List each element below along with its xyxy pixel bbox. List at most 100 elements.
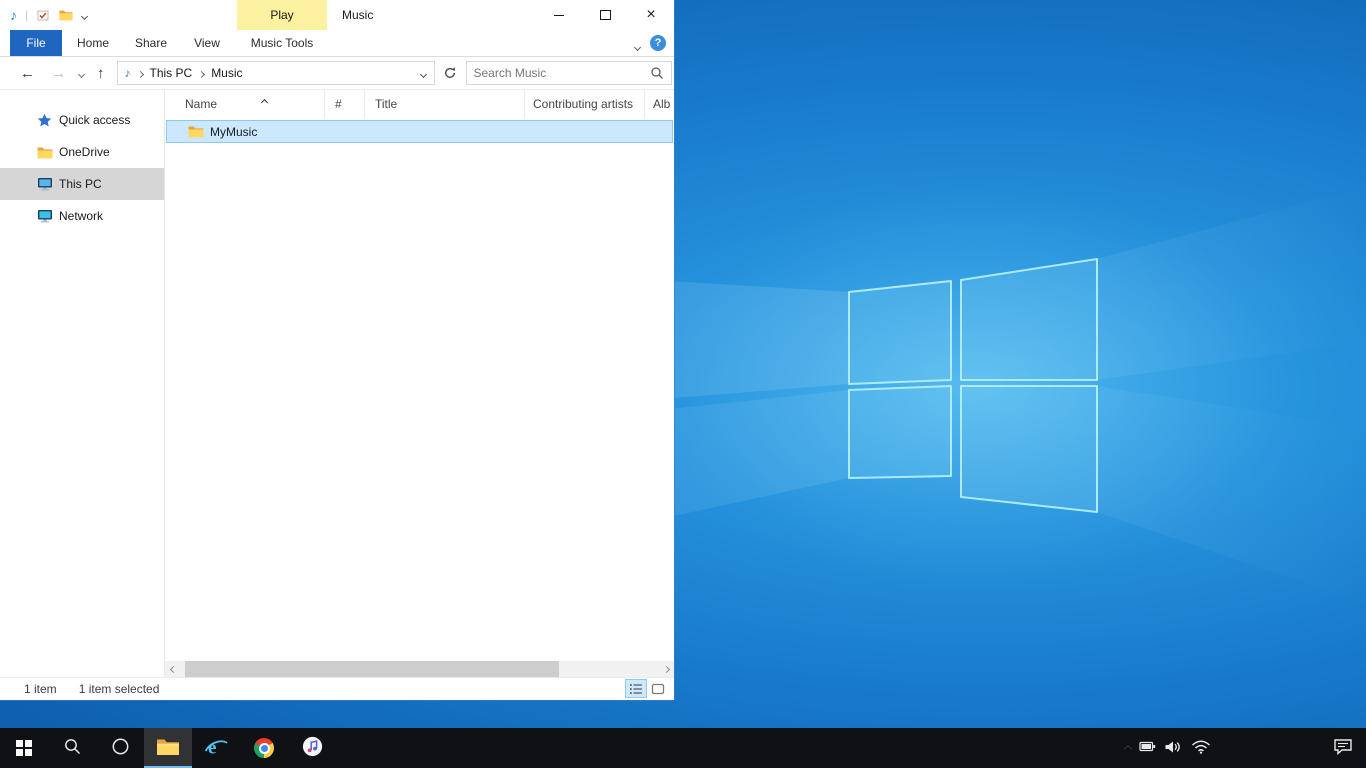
breadcrumb-this-pc[interactable]: This PC [150, 66, 193, 80]
minimize-button[interactable] [536, 0, 582, 30]
close-button[interactable]: × [628, 0, 674, 30]
details-view-button[interactable] [626, 680, 646, 697]
file-explorer-icon [156, 737, 180, 759]
cortana-button[interactable] [96, 728, 144, 768]
breadcrumb-chevron-icon [199, 66, 204, 80]
battery-status[interactable] [1134, 728, 1160, 768]
music-note-icon: ♪ [125, 66, 131, 80]
ribbon-tab-row: File Home Share View Music Tools ? [0, 30, 674, 57]
selection-count: 1 item selected [79, 682, 160, 696]
taskbar: e [0, 728, 1366, 768]
wifi-icon [1191, 739, 1211, 757]
sidebar-item-quick-access[interactable]: Quick access [0, 104, 164, 136]
breadcrumb-music[interactable]: Music [211, 66, 242, 80]
new-folder-icon[interactable] [59, 9, 73, 21]
contextual-tab-play[interactable]: Play [237, 0, 327, 30]
folder-icon [188, 125, 204, 138]
address-dropdown-chevron-icon[interactable] [421, 66, 426, 80]
tab-share[interactable]: Share [128, 30, 174, 56]
file-list-pane: Name # Title Contributing artists Alb My… [165, 90, 674, 677]
address-breadcrumb[interactable]: ♪ This PC Music [117, 61, 435, 85]
network-status[interactable] [1186, 728, 1216, 768]
network-icon [37, 209, 54, 223]
window-body: Quick access OneDrive This PC Network [0, 90, 674, 677]
scroll-right-arrow-icon[interactable] [658, 661, 674, 677]
back-button[interactable]: ← [20, 66, 35, 81]
search-input[interactable] [467, 66, 650, 80]
action-center-button[interactable] [1320, 728, 1366, 768]
tab-music-tools[interactable]: Music Tools [237, 30, 327, 56]
taskbar-file-explorer-button[interactable] [144, 728, 192, 768]
minimize-icon [554, 15, 564, 16]
view-toggles [626, 680, 668, 697]
chevron-up-icon [1112, 741, 1131, 755]
show-hidden-icons-button[interactable] [1108, 728, 1134, 768]
properties-icon[interactable] [37, 9, 50, 22]
file-name: MyMusic [210, 125, 257, 139]
forward-button[interactable]: → [51, 66, 66, 81]
search-icon [63, 737, 82, 759]
expand-ribbon-chevron-icon[interactable] [635, 39, 640, 53]
item-count: 1 item [24, 682, 57, 696]
tab-view[interactable]: View [184, 30, 230, 56]
taskbar-search-button[interactable] [48, 728, 96, 768]
tab-file[interactable]: File [10, 30, 62, 56]
internet-explorer-icon: e [204, 736, 228, 761]
up-button[interactable]: ↑ [97, 66, 105, 81]
sidebar-item-label: OneDrive [59, 145, 110, 159]
scroll-left-arrow-icon[interactable] [165, 661, 181, 677]
customize-qat-chevron-icon[interactable] [82, 8, 87, 22]
sidebar-item-onedrive[interactable]: OneDrive [0, 136, 164, 168]
music-note-icon: ♪ [10, 7, 17, 23]
volume-status[interactable] [1160, 728, 1186, 768]
list-item-mymusic[interactable]: MyMusic [166, 120, 673, 143]
column-header-contributing-artists[interactable]: Contributing artists [525, 90, 645, 118]
maximize-button[interactable] [582, 0, 628, 30]
sidebar-item-label: This PC [59, 177, 102, 191]
status-bar: 1 item 1 item selected [0, 677, 674, 700]
sidebar-item-network[interactable]: Network [0, 200, 164, 232]
windows-logo-icon [16, 740, 32, 756]
column-header-number[interactable]: # [325, 90, 365, 118]
column-header-album[interactable]: Alb [645, 90, 673, 118]
sidebar-item-label: Network [59, 209, 103, 223]
computer-icon [37, 177, 54, 191]
speaker-icon [1164, 740, 1182, 757]
window-controls: × [536, 0, 674, 30]
column-header-title[interactable]: Title [365, 90, 525, 118]
svg-text:e: e [208, 737, 216, 758]
sidebar-item-this-pc[interactable]: This PC [0, 168, 164, 200]
star-icon [37, 113, 54, 127]
taskbar-internet-explorer-button[interactable]: e [192, 728, 240, 768]
navigation-pane: Quick access OneDrive This PC Network [0, 90, 165, 677]
maximize-icon [600, 10, 611, 20]
window-title: Music [342, 0, 373, 30]
action-center-icon [1333, 738, 1353, 758]
title-bar: ♪ | Play Music × [0, 0, 674, 30]
taskbar-music-player-button[interactable] [288, 728, 336, 768]
column-header-name[interactable]: Name [165, 90, 325, 118]
tab-home[interactable]: Home [70, 30, 116, 56]
sidebar-item-label: Quick access [59, 113, 130, 127]
address-bar-row: ← → ↑ ♪ This PC Music [0, 57, 674, 90]
start-button[interactable] [0, 728, 48, 768]
battery-icon [1139, 741, 1156, 755]
scrollbar-thumb[interactable] [185, 661, 559, 677]
taskbar-chrome-button[interactable] [240, 728, 288, 768]
system-tray [1108, 728, 1366, 768]
search-box [466, 61, 672, 85]
recent-locations-chevron-icon[interactable] [79, 66, 84, 80]
help-button[interactable]: ? [650, 35, 666, 51]
qat-separator: | [25, 8, 28, 22]
close-icon: × [646, 7, 655, 23]
folder-icon [37, 146, 54, 159]
search-icon[interactable] [650, 66, 664, 80]
refresh-button[interactable] [443, 66, 457, 80]
cortana-circle-icon [111, 737, 130, 759]
chrome-icon [254, 738, 274, 758]
file-explorer-window: ♪ | Play Music × File Home Share View Mu… [0, 0, 674, 700]
sort-ascending-icon [249, 94, 267, 108]
horizontal-scrollbar[interactable] [165, 661, 674, 677]
large-icons-view-button[interactable] [648, 680, 668, 697]
music-player-icon [302, 736, 323, 760]
